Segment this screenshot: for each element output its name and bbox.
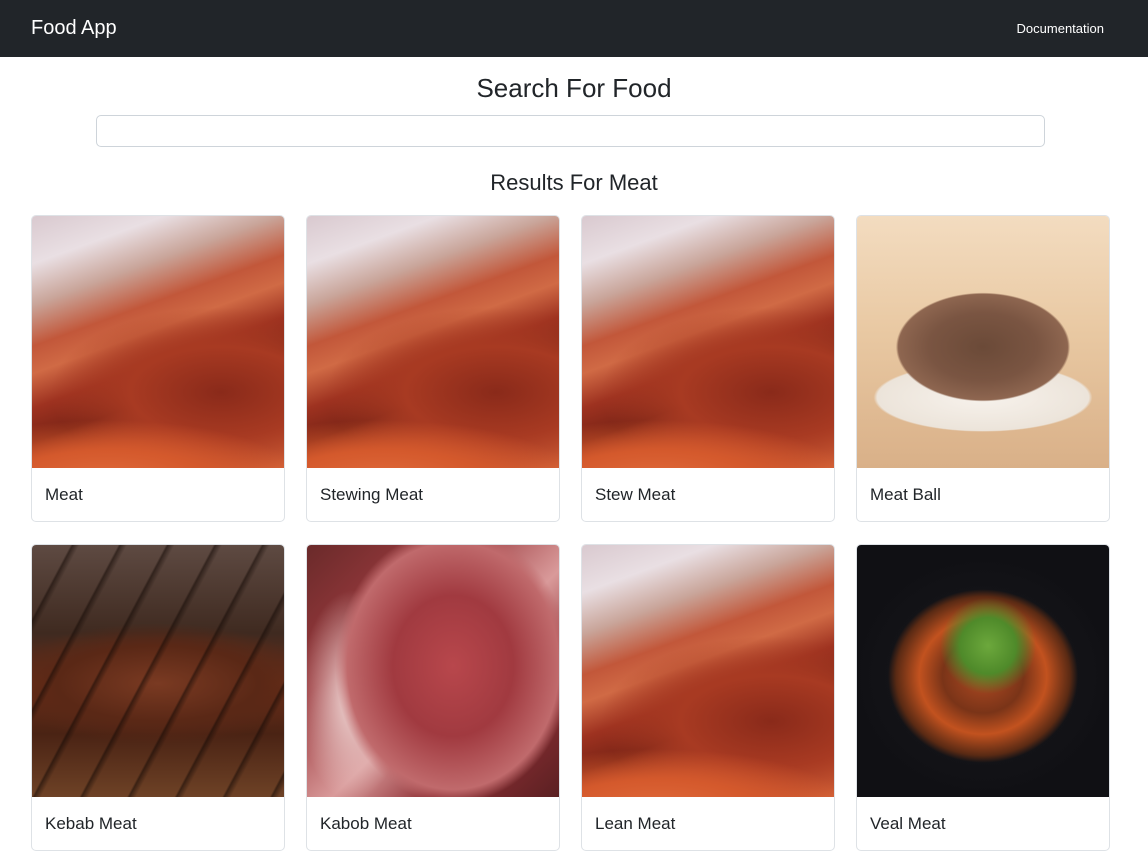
food-image: [582, 216, 834, 468]
results-title: Results For Meat: [490, 170, 658, 195]
documentation-link[interactable]: Documentation: [1017, 21, 1104, 36]
food-image: [32, 545, 284, 797]
search-container: [0, 115, 1148, 147]
search-input[interactable]: [96, 115, 1045, 147]
food-image: [307, 545, 559, 797]
food-image: [307, 216, 559, 468]
food-name: Meat Ball: [870, 484, 941, 504]
food-image: [857, 545, 1109, 797]
food-name: Kebab Meat: [45, 813, 137, 833]
page-title: Search For Food: [476, 73, 672, 103]
brand-link[interactable]: Food App: [31, 17, 117, 40]
food-image: [32, 216, 284, 468]
food-name: Veal Meat: [870, 813, 946, 833]
food-card[interactable]: Kebab Meat: [31, 544, 285, 851]
food-image: [582, 545, 834, 797]
food-name: Meat: [45, 484, 83, 504]
food-name: Stew Meat: [595, 484, 676, 504]
food-card[interactable]: Veal Meat: [856, 544, 1110, 851]
food-card[interactable]: Meat Ball: [856, 215, 1110, 522]
food-card[interactable]: Kabob Meat: [306, 544, 560, 851]
food-card[interactable]: Lean Meat: [581, 544, 835, 851]
food-card[interactable]: Meat: [31, 215, 285, 522]
food-name: Stewing Meat: [320, 484, 423, 504]
food-image: [857, 216, 1109, 468]
food-card[interactable]: Stewing Meat: [306, 215, 560, 522]
food-name: Kabob Meat: [320, 813, 412, 833]
top-navbar: Food App Documentation: [0, 0, 1148, 57]
food-name: Lean Meat: [595, 813, 676, 833]
food-card[interactable]: Stew Meat: [581, 215, 835, 522]
